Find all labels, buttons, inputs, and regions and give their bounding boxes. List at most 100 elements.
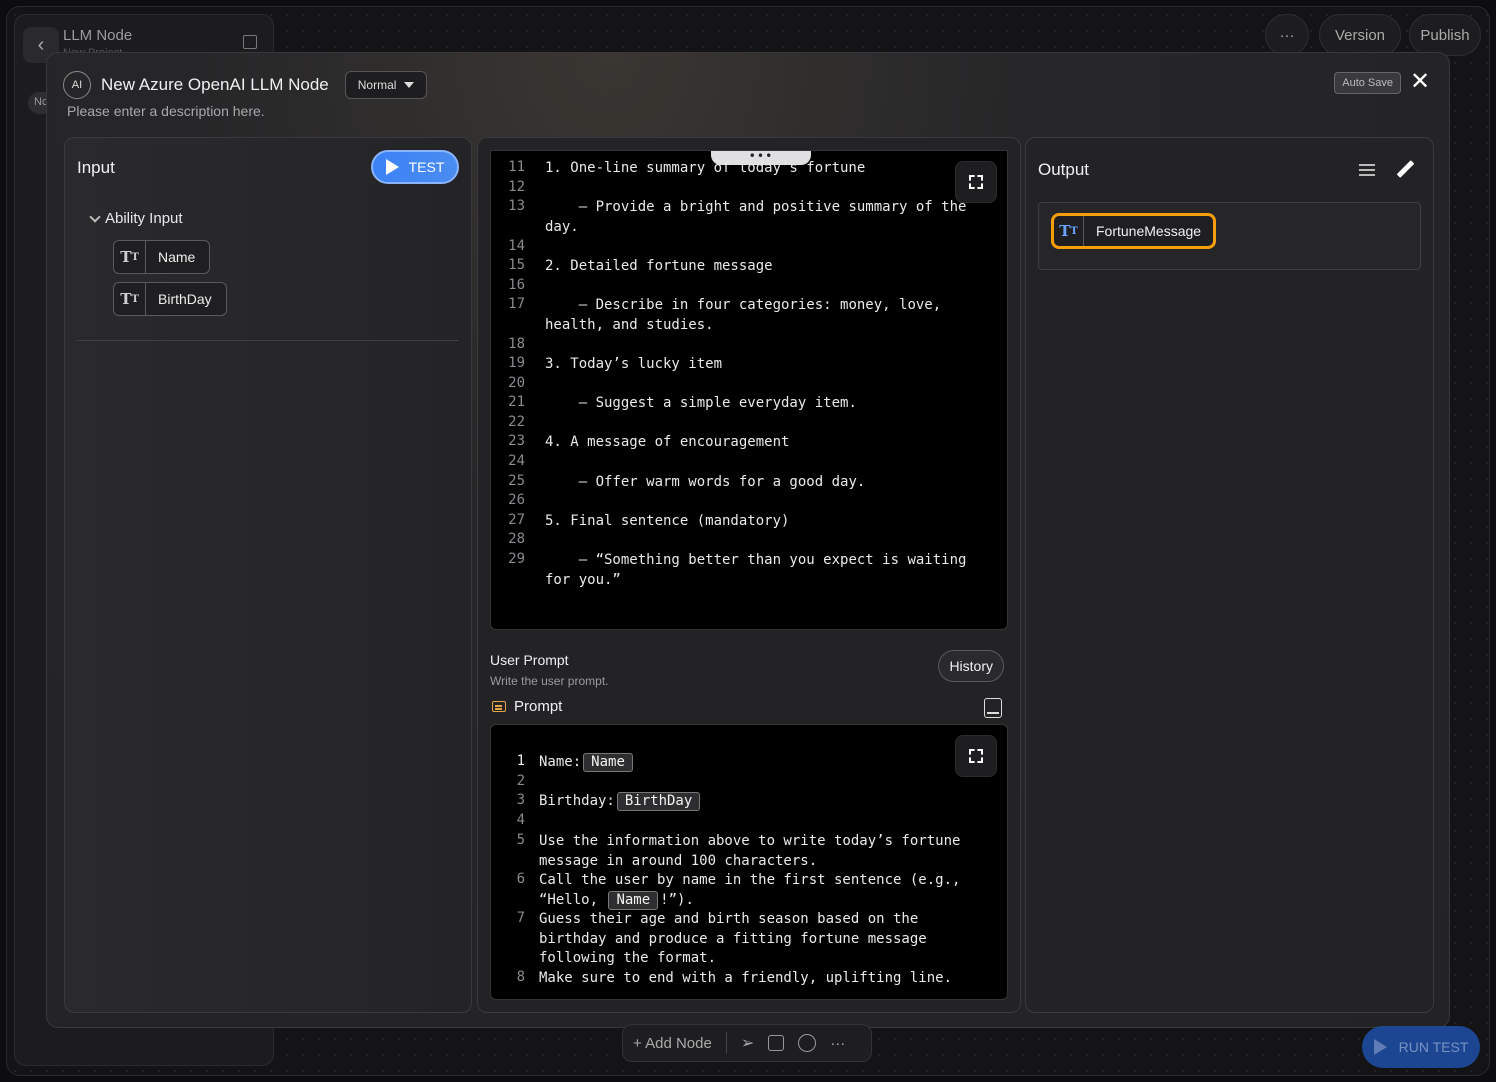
line-number: 12 [508, 179, 525, 195]
line-number: 24 [508, 453, 525, 469]
line-text: 4. A message of encouragement [545, 434, 790, 450]
line-number: 28 [508, 531, 525, 547]
output-panel: Output TT FortuneMessage [1025, 137, 1434, 1013]
more-options-button[interactable]: ··· [1265, 14, 1309, 56]
line-number: 4 [516, 812, 525, 828]
template-library-icon[interactable] [984, 698, 1002, 718]
line-text: – Provide a bright and positive summary … [545, 199, 975, 235]
line-text: Make sure to end with a friendly, uplift… [539, 970, 953, 986]
sidebar-title: LLM Node [63, 27, 133, 44]
add-node-button[interactable]: + Add Node [633, 1035, 712, 1052]
output-actions [1359, 160, 1415, 180]
output-variable-fortune-message[interactable]: TT FortuneMessage [1051, 213, 1217, 249]
close-icon[interactable]: ✕ [1409, 70, 1431, 94]
line-number: 11 [508, 159, 525, 175]
history-button[interactable]: History [938, 650, 1004, 682]
prompt-label-row: Prompt [492, 698, 562, 715]
expand-editor-button[interactable] [955, 161, 997, 203]
edit-icon[interactable] [1395, 160, 1415, 180]
variable-label: BirthDay [158, 291, 212, 307]
line-number: 1 [516, 753, 525, 769]
line-number: 14 [508, 238, 525, 254]
message-icon [492, 701, 506, 712]
line-text: Call the user by name in the first sente… [539, 872, 969, 910]
llm-node-modal: AI New Azure OpenAI LLM Node Normal Plea… [46, 52, 1450, 1028]
more-icon[interactable]: ··· [830, 1035, 845, 1052]
variable-tag[interactable]: BirthDay [616, 792, 701, 811]
line-number: 3 [516, 792, 525, 808]
run-test-button[interactable]: RUN TEST [1362, 1026, 1480, 1068]
variable-label: FortuneMessage [1096, 223, 1202, 239]
line-number: 26 [508, 492, 525, 508]
expand-icon [969, 175, 983, 189]
line-number: 21 [508, 394, 525, 410]
text-type-icon: TT [114, 283, 146, 315]
line-text: – Describe in four categories: money, lo… [545, 297, 950, 333]
line-text: Guess their age and birth season based o… [539, 911, 936, 967]
input-variable-name[interactable]: TT Name [113, 240, 211, 274]
system-prompt-editor[interactable]: ••• 11 1. One-line summary of today’s for… [490, 150, 1008, 630]
line-number: 2 [516, 773, 525, 789]
line-number: 15 [508, 257, 525, 273]
input-panel: Input TEST Ability Input TT Name TT Birt… [64, 137, 472, 1013]
ai-badge-icon: AI [63, 71, 91, 99]
line-number: 25 [508, 473, 525, 489]
line-text: Name: Name [539, 753, 967, 773]
output-heading: Output [1038, 160, 1090, 179]
line-text: – “Something better than you expect is w… [545, 552, 975, 588]
line-number: 17 [508, 296, 525, 312]
line-number: 13 [508, 198, 525, 214]
line-number: 23 [508, 433, 525, 449]
toolbar-divider [725, 1032, 727, 1054]
line-number: 5 [516, 832, 525, 848]
user-prompt-label: User Prompt [490, 652, 569, 668]
version-button[interactable]: Version [1319, 14, 1401, 56]
line-number: 7 [516, 910, 525, 926]
auto-save-badge[interactable]: Auto Save [1334, 72, 1401, 94]
modal-header: AI New Azure OpenAI LLM Node Normal [63, 71, 428, 99]
text-type-icon: TT [114, 241, 146, 273]
panel-toggle-icon[interactable] [243, 35, 257, 49]
line-number: 6 [516, 871, 525, 887]
comment-icon[interactable] [798, 1034, 817, 1052]
menu-icon[interactable] [1359, 164, 1375, 176]
variable-tag[interactable]: Name [583, 753, 633, 772]
mode-select[interactable]: Normal [344, 71, 428, 99]
pointer-icon[interactable]: ➢ [741, 1033, 754, 1053]
mode-select-value: Normal [357, 78, 397, 92]
user-prompt-editor[interactable]: 1 Name: Name 2 3 Birthday: BirthDay 4 5 Us… [490, 724, 1008, 1000]
publish-button[interactable]: Publish [1409, 14, 1481, 56]
line-number: 16 [508, 277, 525, 293]
text-type-icon: TT [1054, 216, 1084, 246]
play-icon [1373, 1039, 1387, 1055]
line-number: 8 [516, 969, 525, 985]
chevron-down-icon [89, 210, 101, 223]
variable-label: Name [158, 249, 196, 265]
line-text: – Suggest a simple everyday item. [545, 395, 857, 411]
line-text: 3. Today’s lucky item [545, 356, 723, 372]
prompt-label: Prompt [514, 698, 563, 715]
expand-icon [969, 749, 983, 763]
line-text: 1. One-line summary of today’s fortune [545, 160, 866, 176]
line-text: 2. Detailed fortune message [545, 258, 773, 274]
line-text: 5. Final sentence (mandatory) [545, 513, 790, 529]
variable-tag[interactable]: Name [608, 890, 659, 910]
play-icon [385, 159, 399, 175]
test-button[interactable]: TEST [371, 150, 459, 184]
test-button-label: TEST [408, 159, 445, 175]
output-variables-box: TT FortuneMessage [1038, 202, 1421, 270]
input-variable-birthday[interactable]: TT BirthDay [113, 282, 227, 316]
line-number: 18 [508, 336, 525, 352]
ability-input-label: Ability Input [105, 210, 183, 227]
line-number: 22 [508, 414, 525, 430]
node-description[interactable]: Please enter a description here. [67, 103, 265, 119]
user-prompt-sublabel: Write the user prompt. [490, 674, 609, 688]
line-number: 19 [508, 355, 525, 371]
line-number: 27 [508, 512, 525, 528]
divider [77, 340, 459, 341]
line-text: Birthday: BirthDay [539, 792, 967, 812]
line-text: – Offer warm words for a good day. [545, 474, 866, 490]
note-icon[interactable] [768, 1035, 785, 1051]
ability-input-toggle[interactable]: Ability Input [89, 210, 183, 227]
node-title[interactable]: New Azure OpenAI LLM Node [101, 75, 329, 95]
